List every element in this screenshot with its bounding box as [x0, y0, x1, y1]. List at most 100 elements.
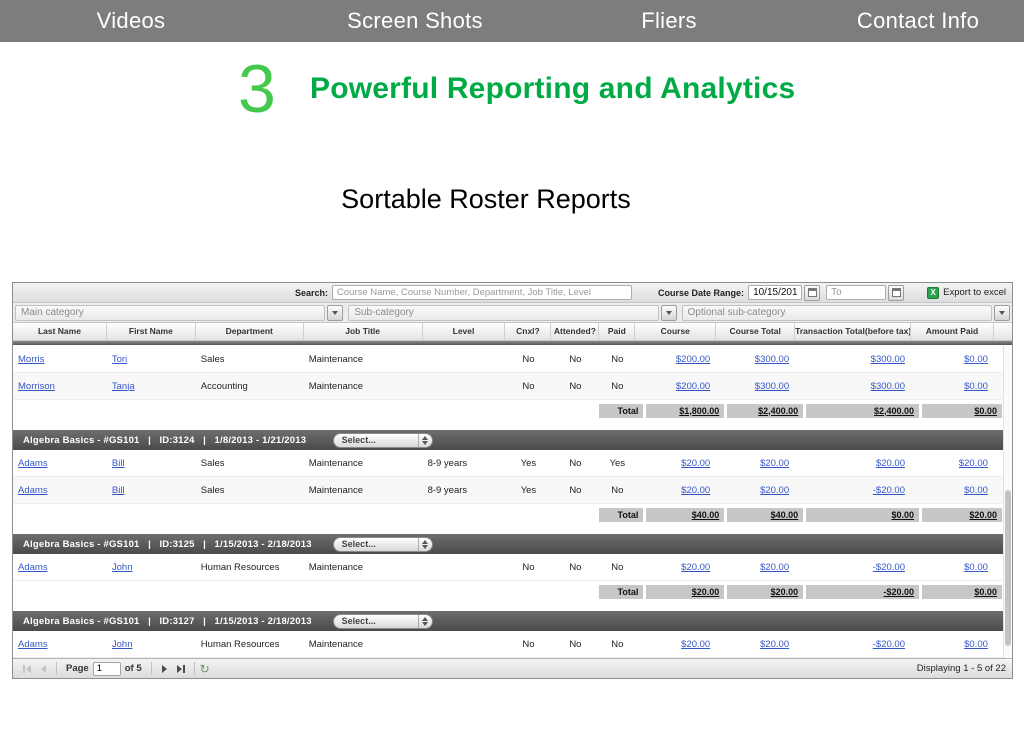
arrow-left-icon: [26, 665, 31, 673]
cell-last-name[interactable]: Adams: [13, 485, 107, 496]
column-header-paid[interactable]: Paid: [599, 323, 635, 340]
nav-fliers[interactable]: Fliers: [641, 8, 697, 34]
cell-transaction-total[interactable]: $300.00: [795, 381, 911, 392]
optional-sub-category-dropdown[interactable]: Optional sub-category: [682, 305, 992, 321]
cell-course-total[interactable]: $20.00: [716, 458, 795, 469]
cell-last-name[interactable]: Morrison: [13, 381, 107, 392]
cell-course[interactable]: $20.00: [635, 639, 716, 650]
search-input[interactable]: [332, 285, 632, 300]
course-group-header: Algebra Basics - #GS101 | ID:3127 | 1/15…: [13, 611, 1012, 631]
sub-category-dropdown-button[interactable]: [661, 305, 677, 321]
cell-course-total[interactable]: $20.00: [716, 485, 795, 496]
column-header-course-total[interactable]: Course Total: [716, 323, 795, 340]
cell-amount-paid[interactable]: $20.00: [911, 458, 994, 469]
pagination-bar: Page of 5 ↻ Displaying 1 - 5 of 22: [13, 658, 1012, 678]
group-action-select[interactable]: Select...: [333, 537, 433, 552]
cell-transaction-total[interactable]: -$20.00: [795, 485, 911, 496]
cell-cnxl: No: [505, 562, 551, 573]
cell-amount-paid[interactable]: $0.00: [911, 354, 994, 365]
column-header-attended[interactable]: Attended?: [551, 323, 599, 340]
date-to-input[interactable]: [826, 285, 886, 300]
cell-paid: No: [599, 485, 635, 496]
cell-transaction-total[interactable]: $300.00: [795, 354, 911, 365]
cell-last-name[interactable]: Morris: [13, 354, 107, 365]
cell-first-name[interactable]: John: [107, 562, 196, 573]
course-group-title: Algebra Basics - #GS101 | ID:3124 | 1/8/…: [13, 435, 333, 446]
cell-cnxl: Yes: [505, 485, 551, 496]
column-header-level[interactable]: Level: [423, 323, 506, 340]
cell-first-name[interactable]: John: [107, 639, 196, 650]
cell-last-name[interactable]: Adams: [13, 639, 107, 650]
cell-attended: No: [551, 354, 599, 365]
cell-amount-paid[interactable]: $0.00: [911, 485, 994, 496]
next-page-button[interactable]: [157, 661, 173, 677]
roster-report-panel: Search: Course Date Range: X Export to e…: [12, 282, 1013, 679]
refresh-icon[interactable]: ↻: [200, 663, 210, 675]
total-transaction-total: -$20.00: [806, 585, 919, 599]
select-label: Select...: [334, 435, 418, 445]
cell-last-name[interactable]: Adams: [13, 458, 107, 469]
main-category-dropdown[interactable]: Main category: [15, 305, 325, 321]
scrollbar-thumb[interactable]: [1005, 490, 1011, 646]
sub-category-dropdown[interactable]: Sub-category: [348, 305, 658, 321]
cell-transaction-total[interactable]: -$20.00: [795, 562, 911, 573]
column-header-department[interactable]: Department: [196, 323, 304, 340]
column-header-amount-paid[interactable]: Amount Paid: [911, 323, 994, 340]
total-course-total: $2,400.00: [727, 404, 803, 418]
group-action-select[interactable]: Select...: [333, 614, 433, 629]
course-date-range-label: Course Date Range:: [658, 288, 744, 298]
cell-first-name[interactable]: Bill: [107, 458, 196, 469]
nav-screen-shots[interactable]: Screen Shots: [347, 8, 483, 34]
prev-page-button[interactable]: [35, 661, 51, 677]
cell-amount-paid[interactable]: $0.00: [911, 381, 994, 392]
cell-first-name[interactable]: Tori: [107, 354, 196, 365]
cell-course[interactable]: $20.00: [635, 562, 716, 573]
vertical-scrollbar[interactable]: [1003, 346, 1012, 658]
cell-paid: No: [599, 354, 635, 365]
group-gap: [13, 602, 1012, 611]
cell-first-name[interactable]: Bill: [107, 485, 196, 496]
cell-course[interactable]: $200.00: [635, 354, 716, 365]
cell-course-total[interactable]: $20.00: [716, 639, 795, 650]
table-row: AdamsJohnHuman ResourcesMaintenanceNoNoN…: [13, 554, 1012, 581]
cell-first-name[interactable]: Tanja: [107, 381, 196, 392]
cell-course-total[interactable]: $300.00: [716, 354, 795, 365]
search-label: Search:: [295, 288, 328, 298]
cell-course-total[interactable]: $20.00: [716, 562, 795, 573]
table-row: AdamsJohnHuman ResourcesMaintenanceNoNoN…: [13, 631, 1012, 658]
cell-amount-paid[interactable]: $0.00: [911, 639, 994, 650]
nav-videos[interactable]: Videos: [97, 8, 166, 34]
group-action-select[interactable]: Select...: [333, 433, 433, 448]
pager-divider: [56, 662, 57, 675]
column-header-last-name[interactable]: Last Name: [13, 323, 107, 340]
cell-course[interactable]: $200.00: [635, 381, 716, 392]
main-category-dropdown-button[interactable]: [327, 305, 343, 321]
date-to-calendar-button[interactable]: [888, 285, 904, 301]
page-number-input[interactable]: [93, 662, 121, 676]
first-page-button[interactable]: [19, 661, 35, 677]
optional-sub-category-dropdown-button[interactable]: [994, 305, 1010, 321]
cell-transaction-total[interactable]: $20.00: [795, 458, 911, 469]
cell-course-total[interactable]: $300.00: [716, 381, 795, 392]
date-from-calendar-button[interactable]: [804, 285, 820, 301]
date-from-input[interactable]: [748, 285, 802, 300]
column-header-course[interactable]: Course: [635, 323, 716, 340]
last-page-button[interactable]: [173, 661, 189, 677]
cell-department: Sales: [196, 458, 304, 469]
column-header-first-name[interactable]: First Name: [107, 323, 196, 340]
cell-paid: No: [599, 381, 635, 392]
column-header-cnxl[interactable]: Cnxl?: [505, 323, 551, 340]
cell-transaction-total[interactable]: -$20.00: [795, 639, 911, 650]
cell-course[interactable]: $20.00: [635, 485, 716, 496]
cell-course[interactable]: $20.00: [635, 458, 716, 469]
cell-last-name[interactable]: Adams: [13, 562, 107, 573]
cell-amount-paid[interactable]: $0.00: [911, 562, 994, 573]
nav-contact-info[interactable]: Contact Info: [857, 8, 979, 34]
first-page-icon: [23, 665, 25, 673]
column-header-transaction-total[interactable]: Transaction Total(before tax): [795, 323, 911, 340]
export-to-excel-link[interactable]: Export to excel: [943, 287, 1006, 298]
column-header-job-title[interactable]: Job Title: [304, 323, 423, 340]
cell-cnxl: No: [505, 639, 551, 650]
select-label: Select...: [334, 539, 418, 549]
table-row: AdamsBillSalesMaintenance8-9 yearsYesNoY…: [13, 450, 1012, 477]
